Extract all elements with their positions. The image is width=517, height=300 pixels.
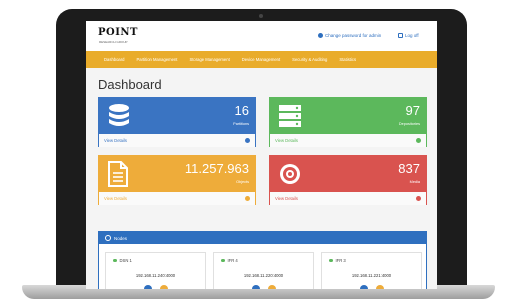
page-title: Dashboard [98,77,162,92]
depositories-label: Depositories [398,122,420,126]
node-ip: 192.168.11.240:4000 [135,273,176,278]
node-card[interactable]: IFR 4 192.168.11.220:4000 [213,252,314,289]
objects-count: 11.257.963 [184,161,249,176]
arrow-right-icon [416,138,421,143]
node-name: IFR 3 [329,258,346,263]
node-info-button[interactable] [359,285,368,289]
node-name-label: IFR 3 [335,258,346,263]
objects-view-details[interactable]: View Details [99,192,255,205]
node-card[interactable]: IFR 3 192.168.11.221:4000 [321,252,422,289]
nav-item-device-management[interactable]: Device Management [242,57,280,62]
objects-card-header: 11.257.963 Objects [99,156,255,192]
logout-icon [398,33,403,38]
status-dot-icon [329,258,333,263]
node-card[interactable]: DSN 1 192.168.11.240:4000 [105,252,206,289]
main-nav: Dashboard Partition Management Storage M… [86,51,437,68]
depositories-view-details[interactable]: View Details [270,134,426,147]
arrow-right-icon [416,196,421,201]
depositories-count: 97 [405,103,420,118]
objects-label: Objects [236,180,249,184]
node-actions [214,285,313,289]
nav-item-partition-management[interactable]: Partition Management [137,57,178,62]
status-dot-icon [113,258,117,263]
node-settings-button[interactable] [375,285,384,289]
node-actions [106,285,205,289]
media-card[interactable]: 837 Media View Details [269,155,427,205]
node-settings-button[interactable] [159,285,168,289]
partitions-view-details[interactable]: View Details [99,134,255,147]
depositories-card-header: 97 Depositories [270,98,426,134]
logo[interactable]: POINT [98,27,138,38]
camera-icon [259,14,263,18]
view-details-label: View Details [104,138,127,143]
app-screen: POINT RESEARCH GROUP Change password for… [86,21,437,289]
node-ip: 192.168.11.220:4000 [243,273,284,278]
target-icon [280,164,300,184]
change-password-label: Change password for admin [325,33,382,38]
media-count: 837 [398,161,420,176]
nodes-panel-header: Nodes [99,232,426,244]
media-label: Media [409,180,420,184]
node-name-label: IFR 4 [227,258,238,263]
node-info-button[interactable] [251,285,260,289]
nav-item-security-auditing[interactable]: Security & Auditing [292,57,327,62]
objects-card[interactable]: 11.257.963 Objects View Details [98,155,256,205]
server-icon [279,105,301,127]
nav-item-statistics[interactable]: Statistics [339,57,356,62]
node-settings-button[interactable] [267,285,276,289]
nodes-panel: Nodes DSN 1 192.168.11.240:4000 IFR 4 19… [98,231,427,289]
nodes-panel-title: Nodes [114,235,128,241]
logo-subtitle: RESEARCH GROUP [99,40,128,44]
media-card-header: 837 Media [270,156,426,192]
view-details-label: View Details [275,196,298,201]
node-name: DSN 1 [113,258,132,263]
node-info-button[interactable] [143,285,152,289]
nav-item-storage-management[interactable]: Storage Management [189,57,229,62]
arrow-right-icon [245,196,250,201]
change-password-link[interactable]: Change password for admin [318,33,381,38]
view-details-label: View Details [104,196,127,201]
depositories-card[interactable]: 97 Depositories View Details [269,97,427,147]
partitions-count: 16 [234,103,249,118]
logout-link[interactable]: Log off [398,33,419,38]
node-actions [322,285,421,289]
header-bar: POINT RESEARCH GROUP Change password for… [86,21,437,51]
node-name: IFR 4 [221,258,238,263]
node-name-label: DSN 1 [119,258,132,263]
media-view-details[interactable]: View Details [270,192,426,205]
partitions-card[interactable]: 16 Partitions View Details [98,97,256,147]
nodes-icon [105,235,111,241]
gear-icon [318,33,323,38]
nav-item-dashboard[interactable]: Dashboard [104,57,125,62]
partitions-label: Partitions [233,122,249,126]
arrow-right-icon [245,138,250,143]
status-dot-icon [221,258,225,263]
logout-label: Log off [405,33,419,38]
partitions-card-header: 16 Partitions [99,98,255,134]
database-icon [109,104,129,126]
node-ip: 192.168.11.221:4000 [351,273,392,278]
view-details-label: View Details [275,138,298,143]
document-icon [108,161,128,187]
